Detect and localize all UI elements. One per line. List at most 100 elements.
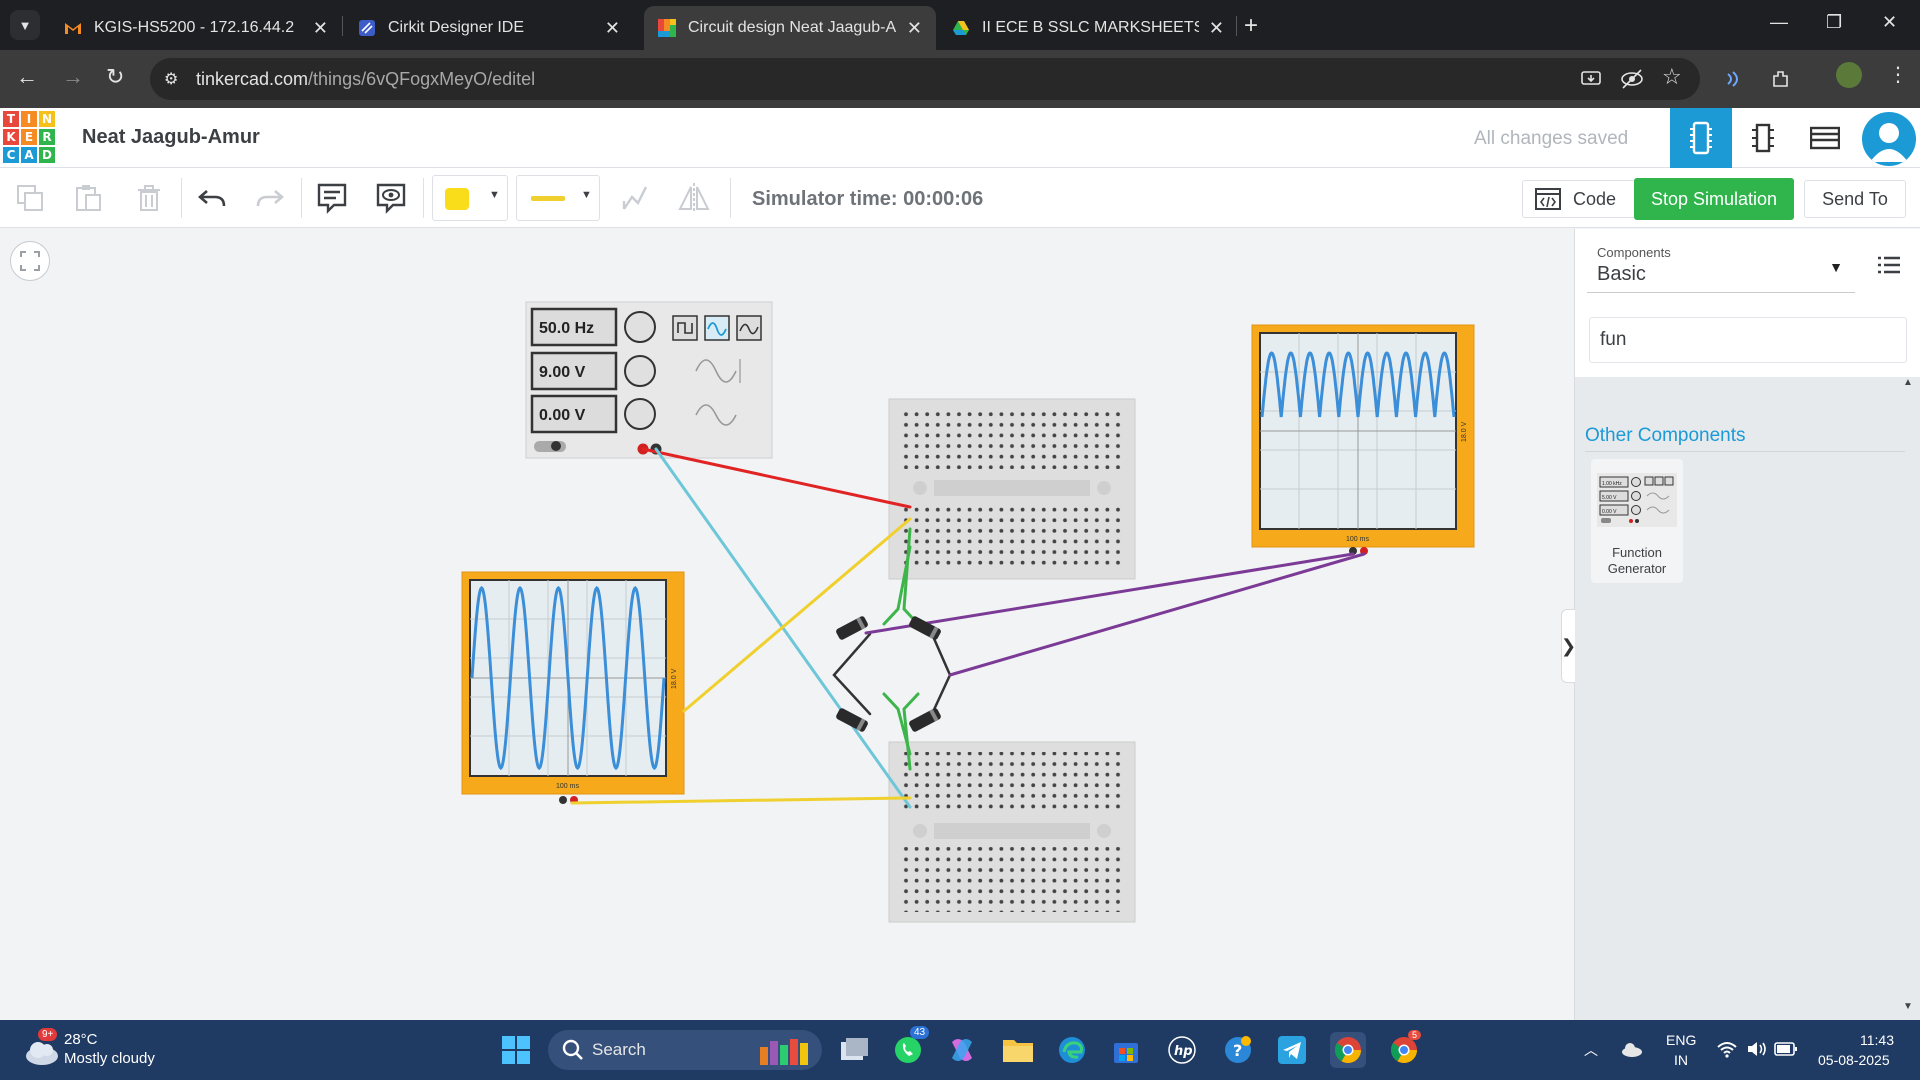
editor-toolbar: ▼ ▼ Simulator time: 00:00:06 Code Stop S…: [0, 168, 1920, 228]
chrome-app-profile[interactable]: 5: [1386, 1030, 1422, 1068]
store-app[interactable]: [1108, 1032, 1144, 1068]
wire-red: [641, 447, 912, 509]
menu-kebab-icon[interactable]: ⋮: [1888, 62, 1908, 87]
undo-button[interactable]: [194, 180, 230, 216]
start-button[interactable]: [498, 1032, 534, 1068]
language-indicator[interactable]: ENG: [1666, 1032, 1696, 1048]
schematic-view-button[interactable]: [1732, 108, 1794, 168]
color-swatch: [445, 188, 469, 210]
media-cast-icon[interactable]: [1724, 68, 1746, 90]
panel-collapse-button[interactable]: ❯: [1560, 609, 1577, 683]
code-icon: [1535, 188, 1561, 210]
close-icon[interactable]: ✕: [907, 18, 922, 39]
minimize-icon[interactable]: —: [1770, 12, 1788, 33]
redo-button[interactable]: [252, 180, 288, 216]
components-dropdown[interactable]: Components Basic ▼: [1587, 237, 1855, 293]
component-list-view-button[interactable]: [1794, 108, 1856, 168]
user-avatar[interactable]: [1862, 112, 1916, 166]
function-generator-card[interactable]: 1.00 kHz 5.00 V 0.00 V Function Generato…: [1591, 459, 1683, 583]
stop-simulation-button[interactable]: Stop Simulation: [1634, 178, 1794, 220]
chrome-app-active[interactable]: [1330, 1032, 1366, 1068]
get-help-app[interactable]: ?: [1220, 1032, 1256, 1068]
forward-icon[interactable]: →: [62, 64, 84, 90]
telegram-icon: [1278, 1036, 1306, 1064]
browser-tab-tinkercad[interactable]: Circuit design Neat Jaagub-Am ✕: [644, 6, 936, 50]
url-text: tinkercad.com/things/6vQFogxMeyO/editel: [196, 69, 536, 89]
circuit-canvas[interactable]: 50.0 Hz 9.00 V 0.00 V 100 ms 18.0 V 100 …: [0, 229, 1574, 1020]
browser-tab-bar: ▼ KGIS-HS5200 - 172.16.44.2 ✕ Cirkit Des…: [0, 0, 1920, 50]
file-explorer-app[interactable]: [1000, 1032, 1036, 1068]
weather-widget[interactable]: 9+ 28°C Mostly cloudy: [18, 1028, 188, 1072]
list-view-icon[interactable]: [1877, 255, 1901, 275]
books-search-highlight-icon: [760, 1039, 808, 1065]
taskbar-search[interactable]: Search: [548, 1030, 822, 1070]
windows-taskbar: 9+ 28°C Mostly cloudy Search 43 hp ? 5 ︿…: [0, 1020, 1920, 1080]
close-icon[interactable]: ✕: [1209, 18, 1224, 39]
code-button[interactable]: Code: [1522, 180, 1646, 218]
install-app-icon[interactable]: [1580, 68, 1602, 90]
chevron-right-icon: ❯: [1560, 635, 1577, 656]
scroll-up-arrow[interactable]: ▲: [1903, 377, 1913, 388]
wire-black: [832, 632, 872, 716]
eye-off-icon[interactable]: [1620, 68, 1644, 90]
new-tab-icon[interactable]: +: [1244, 12, 1258, 40]
flip-button[interactable]: [676, 180, 712, 216]
copy-button[interactable]: [12, 180, 48, 216]
design-title[interactable]: Neat Jaagub-Amur: [82, 126, 260, 149]
send-to-button[interactable]: Send To: [1804, 180, 1906, 218]
tinkercad-logo[interactable]: T I N K E R C A D: [2, 110, 56, 164]
onedrive-cloud-icon[interactable]: [1620, 1040, 1644, 1058]
circuit-drawing: 50.0 Hz 9.00 V 0.00 V 100 ms 18.0 V 100 …: [461, 301, 1475, 923]
url-field[interactable]: ⚙ tinkercad.com/things/6vQFogxMeyO/edite…: [150, 58, 1700, 100]
svg-text:0.00 V: 0.00 V: [1602, 509, 1617, 515]
back-icon[interactable]: ←: [16, 64, 38, 90]
close-icon[interactable]: ✕: [313, 18, 328, 39]
circuit-view-button[interactable]: [1670, 108, 1732, 168]
caret-down-icon: ▼: [1829, 259, 1843, 275]
component-search-input[interactable]: [1589, 317, 1907, 363]
delete-button[interactable]: [131, 180, 167, 216]
volume-icon[interactable]: [1746, 1040, 1768, 1058]
site-info-icon[interactable]: ⚙: [164, 69, 178, 89]
reload-icon[interactable]: ↻: [106, 64, 124, 90]
function-generator[interactable]: 50.0 Hz 9.00 V 0.00 V: [525, 301, 773, 459]
browser-tab-cirkit[interactable]: Cirkit Designer IDE ✕: [344, 6, 634, 50]
browser-tab-drive[interactable]: II ECE B SSLC MARKSHEETS - Go ✕: [938, 6, 1238, 50]
window-close-icon[interactable]: ✕: [1882, 12, 1897, 33]
wire-mode-button[interactable]: [617, 180, 653, 216]
task-view-button[interactable]: [836, 1032, 872, 1068]
oscilloscope-left[interactable]: 100 ms 18.0 V: [461, 571, 685, 804]
divider: [1585, 451, 1905, 452]
extensions-icon[interactable]: [1770, 68, 1792, 90]
notes-button[interactable]: [314, 180, 350, 216]
whatsapp-app[interactable]: 43: [890, 1026, 930, 1068]
bridge-rectifier[interactable]: [835, 615, 942, 733]
bookmark-star-icon[interactable]: ☆: [1662, 64, 1682, 90]
scroll-down-arrow[interactable]: ▼: [1903, 1001, 1913, 1012]
tab-search-button[interactable]: ▼: [10, 10, 40, 40]
fill-color-picker[interactable]: ▼: [432, 175, 508, 221]
breadboard-top[interactable]: [888, 398, 1136, 580]
note-icon: [317, 183, 347, 214]
notes-visibility-button[interactable]: [373, 180, 409, 216]
wire-color-picker[interactable]: ▼: [516, 175, 600, 221]
breadboard-bottom[interactable]: [888, 741, 1136, 923]
battery-icon[interactable]: [1774, 1042, 1798, 1056]
restore-icon[interactable]: ❐: [1826, 12, 1842, 33]
telegram-app[interactable]: [1274, 1032, 1310, 1068]
close-icon[interactable]: ✕: [605, 18, 620, 39]
oscilloscope-right[interactable]: 100 ms 18.0 V: [1251, 324, 1475, 555]
clock-date[interactable]: 05-08-2025: [1818, 1052, 1890, 1068]
edge-app[interactable]: [1054, 1032, 1090, 1068]
browser-tab-gmail[interactable]: KGIS-HS5200 - 172.16.44.2 ✕: [50, 6, 342, 50]
clock-time[interactable]: 11:43: [1860, 1032, 1894, 1048]
profile-avatar[interactable]: [1836, 62, 1862, 88]
tray-overflow-icon[interactable]: ︿: [1584, 1040, 1598, 1060]
offset-display: 0.00 V: [539, 407, 586, 424]
region-indicator[interactable]: IN: [1674, 1052, 1688, 1068]
help-icon: ?: [1225, 1036, 1251, 1063]
wifi-icon[interactable]: [1716, 1040, 1738, 1058]
copilot-app[interactable]: [944, 1032, 980, 1068]
paste-button[interactable]: [70, 180, 106, 216]
hp-app[interactable]: hp: [1164, 1032, 1200, 1068]
